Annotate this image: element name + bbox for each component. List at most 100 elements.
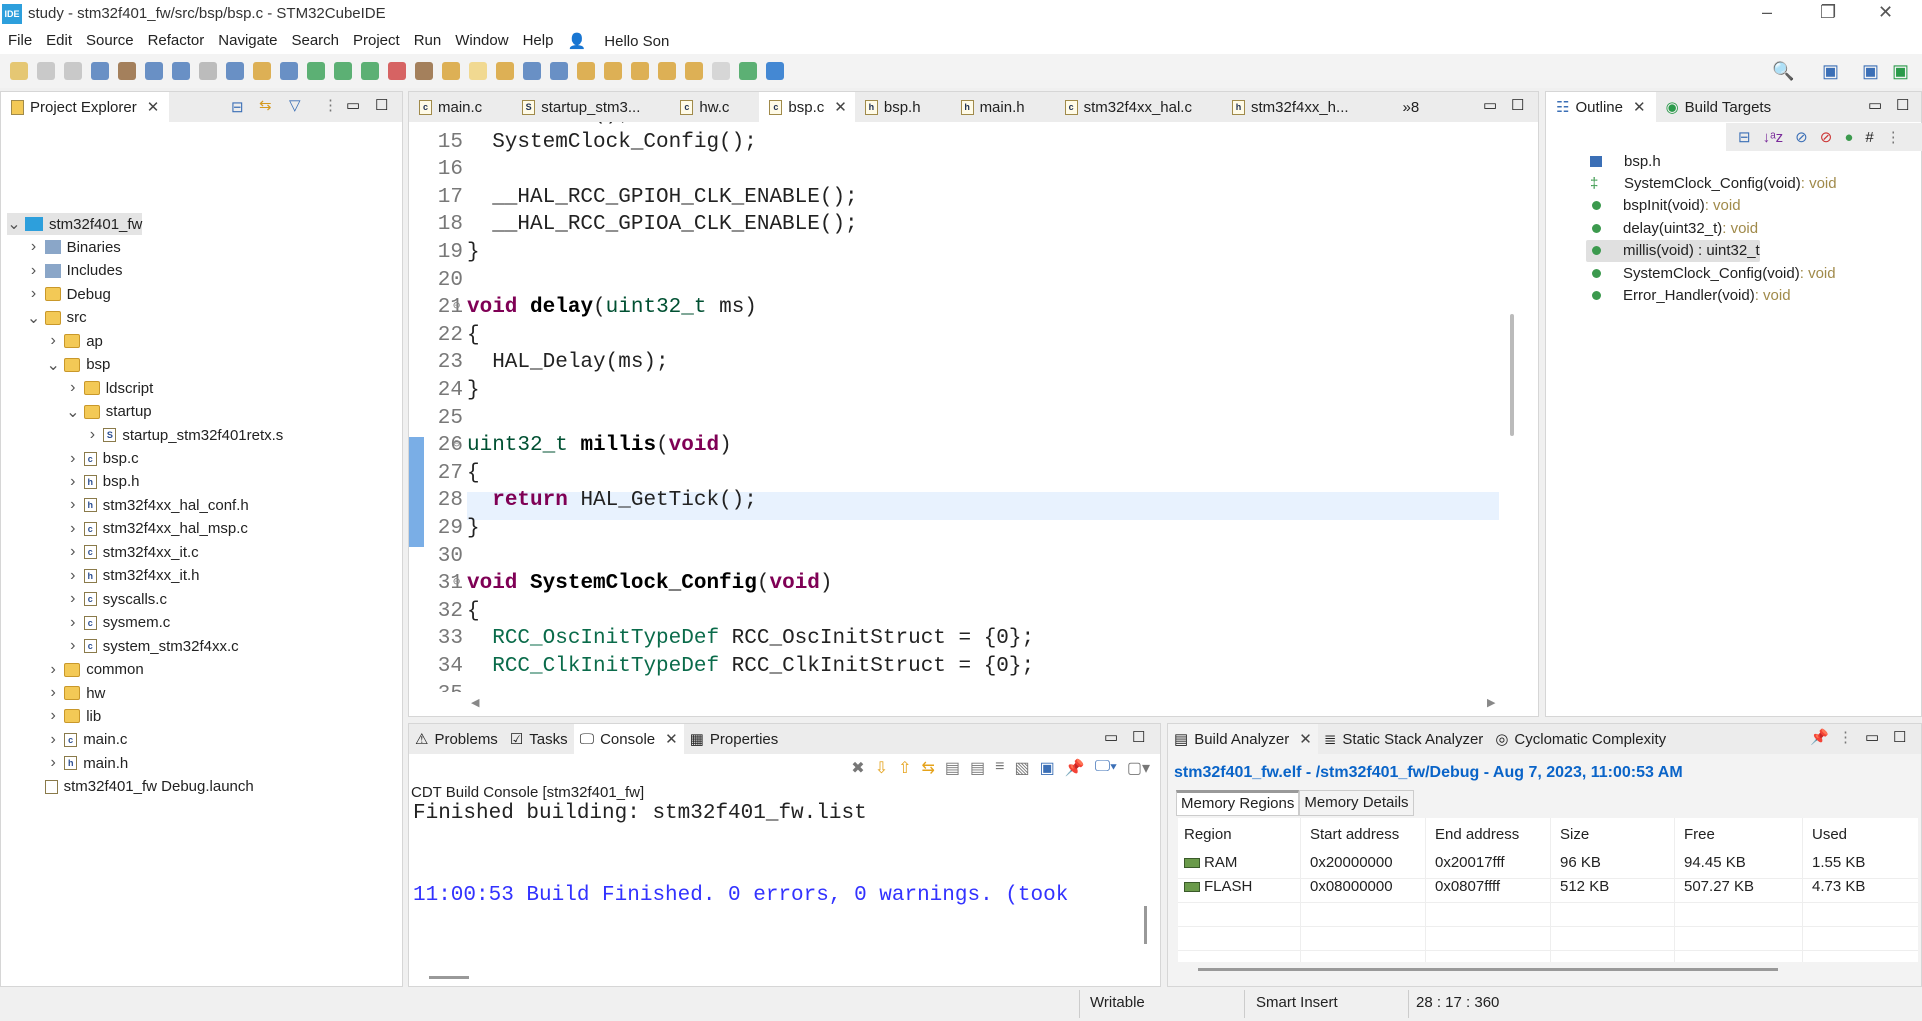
menu-project[interactable]: Project bbox=[353, 32, 400, 49]
view-menu-icon[interactable]: ⋮ bbox=[323, 96, 338, 114]
open-folder-icon[interactable] bbox=[415, 62, 433, 80]
show-whitespace-icon[interactable] bbox=[523, 62, 541, 80]
outline-item[interactable]: Error_Handler(void) : void bbox=[1586, 284, 1791, 306]
maximize-icon[interactable]: ☐ bbox=[1896, 96, 1909, 114]
build-all-icon[interactable] bbox=[91, 62, 109, 80]
scroll-right-icon[interactable]: ▶ bbox=[1487, 696, 1495, 709]
user-account[interactable]: 👤 Hello Son bbox=[567, 32, 683, 50]
tree-item[interactable]: › h stm32f4xx_it.h bbox=[66, 565, 199, 587]
vertical-scrollbar[interactable] bbox=[1510, 314, 1514, 436]
fold-icon[interactable]: ⊖ bbox=[453, 436, 460, 451]
tree-item[interactable]: › h bsp.h bbox=[66, 471, 139, 493]
hide-static-icon[interactable]: ⊘ bbox=[1820, 128, 1833, 146]
open-console-icon[interactable]: ▢▾ bbox=[1127, 758, 1150, 778]
chevron-down-icon[interactable]: ⌄ bbox=[27, 308, 41, 328]
tab-memory-regions[interactable]: Memory Regions bbox=[1176, 790, 1300, 816]
outline-item[interactable]: SystemClock_Config(void) : void bbox=[1586, 262, 1836, 284]
chevron-right-icon[interactable]: › bbox=[66, 450, 80, 468]
outline-item[interactable]: millis(void) : uint32_t bbox=[1586, 239, 1760, 262]
editor-tab[interactable]: h main.h bbox=[951, 92, 1055, 122]
sort-icon[interactable]: ↓ᵃz bbox=[1763, 129, 1784, 146]
prev-annotation-icon[interactable] bbox=[604, 62, 622, 80]
minimize-icon[interactable]: ▭ bbox=[1865, 728, 1879, 746]
link-editor-icon[interactable]: ⇆ bbox=[259, 96, 272, 114]
chevron-right-icon[interactable]: › bbox=[66, 567, 80, 585]
external-tools-icon[interactable] bbox=[388, 62, 406, 80]
chevron-down-icon[interactable]: ⌄ bbox=[66, 402, 80, 422]
tab-problems[interactable]: ⚠ Problems bbox=[409, 724, 504, 754]
chevron-right-icon[interactable]: › bbox=[46, 707, 60, 725]
maximize-icon[interactable]: ☐ bbox=[1511, 96, 1524, 114]
outline-item[interactable]: delay(uint32_t) : void bbox=[1586, 217, 1758, 239]
perspective-icon[interactable]: ▣ bbox=[1822, 61, 1839, 82]
back-icon[interactable] bbox=[685, 62, 703, 80]
chevron-right-icon[interactable]: › bbox=[46, 754, 60, 772]
tree-item[interactable]: › h stm32f4xx_hal_conf.h bbox=[66, 494, 249, 516]
build-config-icon[interactable] bbox=[145, 62, 163, 80]
info-icon[interactable] bbox=[766, 62, 784, 80]
column-header[interactable]: Size bbox=[1560, 826, 1589, 843]
toggle-block-icon[interactable] bbox=[496, 62, 514, 80]
hide-macros-icon[interactable]: # bbox=[1865, 129, 1873, 146]
minimize-icon[interactable]: ▭ bbox=[346, 96, 360, 114]
chevron-right-icon[interactable]: › bbox=[66, 379, 80, 397]
tree-item[interactable]: ⌄ src bbox=[27, 307, 87, 329]
menu-navigate[interactable]: Navigate bbox=[218, 32, 277, 49]
run-icon[interactable] bbox=[361, 62, 379, 80]
chevron-right-icon[interactable]: › bbox=[27, 262, 41, 280]
column-header[interactable]: Region bbox=[1184, 826, 1232, 843]
tree-item[interactable]: › Includes bbox=[27, 260, 123, 282]
tab-properties[interactable]: ▦ Properties bbox=[684, 724, 785, 754]
tree-item[interactable]: › c bsp.c bbox=[66, 448, 139, 470]
horizontal-scrollbar[interactable] bbox=[467, 700, 1499, 706]
tab-tasks[interactable]: ☑ Tasks bbox=[504, 724, 574, 754]
word-wrap-icon[interactable]: ≡ bbox=[995, 758, 1004, 778]
editor-tab[interactable]: Sstartup_stm3... bbox=[512, 92, 670, 122]
hide-fields-icon[interactable]: ⊘ bbox=[1795, 128, 1808, 146]
new-project-icon[interactable] bbox=[226, 62, 244, 80]
close-icon[interactable]: ✕ bbox=[834, 98, 847, 116]
forward-edit-icon[interactable] bbox=[658, 62, 676, 80]
chevron-right-icon[interactable]: › bbox=[66, 520, 80, 538]
search-icon[interactable]: 🔍 bbox=[1772, 61, 1794, 82]
column-header[interactable]: Start address bbox=[1310, 826, 1399, 843]
menu-edit[interactable]: Edit bbox=[46, 32, 72, 49]
menu-window[interactable]: Window bbox=[455, 32, 508, 49]
tree-item[interactable]: › ap bbox=[46, 330, 103, 352]
restore-button[interactable]: ❐ bbox=[1820, 2, 1836, 23]
close-icon[interactable]: ✕ bbox=[1299, 730, 1312, 748]
vertical-scrollbar[interactable] bbox=[1144, 906, 1147, 944]
minimize-icon[interactable]: ▭ bbox=[1868, 96, 1882, 114]
scroll-lock-icon[interactable]: ▤ bbox=[945, 758, 960, 778]
menu-help[interactable]: Help bbox=[523, 32, 554, 49]
chevron-right-icon[interactable]: › bbox=[66, 614, 80, 632]
clear-console-icon[interactable]: ✖ bbox=[851, 758, 864, 778]
outline-item[interactable]: bsp.h bbox=[1586, 150, 1661, 172]
chevron-right-icon[interactable]: › bbox=[27, 285, 41, 303]
tree-item[interactable]: › c syscalls.c bbox=[66, 588, 167, 610]
tree-item[interactable]: ⌄ startup bbox=[66, 401, 152, 423]
paragraph-icon[interactable] bbox=[550, 62, 568, 80]
previous-error-icon[interactable]: ⇧ bbox=[898, 758, 911, 778]
save-icon[interactable] bbox=[37, 62, 55, 80]
menu-run[interactable]: Run bbox=[414, 32, 442, 49]
close-button[interactable]: ✕ bbox=[1878, 2, 1893, 23]
save-all-icon[interactable] bbox=[64, 62, 82, 80]
back-edit-icon[interactable] bbox=[631, 62, 649, 80]
minimize-icon[interactable]: ▭ bbox=[1483, 96, 1497, 114]
editor-tab[interactable]: c main.c bbox=[409, 92, 512, 122]
display-console-icon[interactable]: 🖵▾ bbox=[1095, 758, 1117, 778]
maximize-icon[interactable]: ☐ bbox=[375, 96, 388, 114]
close-icon[interactable]: ✕ bbox=[665, 730, 678, 748]
maximize-icon[interactable]: ☐ bbox=[1132, 728, 1145, 746]
minimize-button[interactable]: – bbox=[1762, 2, 1772, 23]
tab-memory-details[interactable]: Memory Details bbox=[1299, 790, 1414, 816]
tab-console[interactable]: 🖵 Console ✕ bbox=[573, 724, 684, 755]
column-header[interactable]: Used bbox=[1812, 826, 1847, 843]
tree-item[interactable]: › c stm32f4xx_it.c bbox=[66, 541, 199, 563]
menu-search[interactable]: Search bbox=[291, 32, 339, 49]
editor-tab[interactable]: c stm32f4xx_hal.c bbox=[1055, 92, 1222, 122]
chevron-right-icon[interactable]: › bbox=[46, 661, 60, 679]
search-file-icon[interactable] bbox=[172, 62, 190, 80]
debug-config-icon[interactable] bbox=[199, 62, 217, 80]
